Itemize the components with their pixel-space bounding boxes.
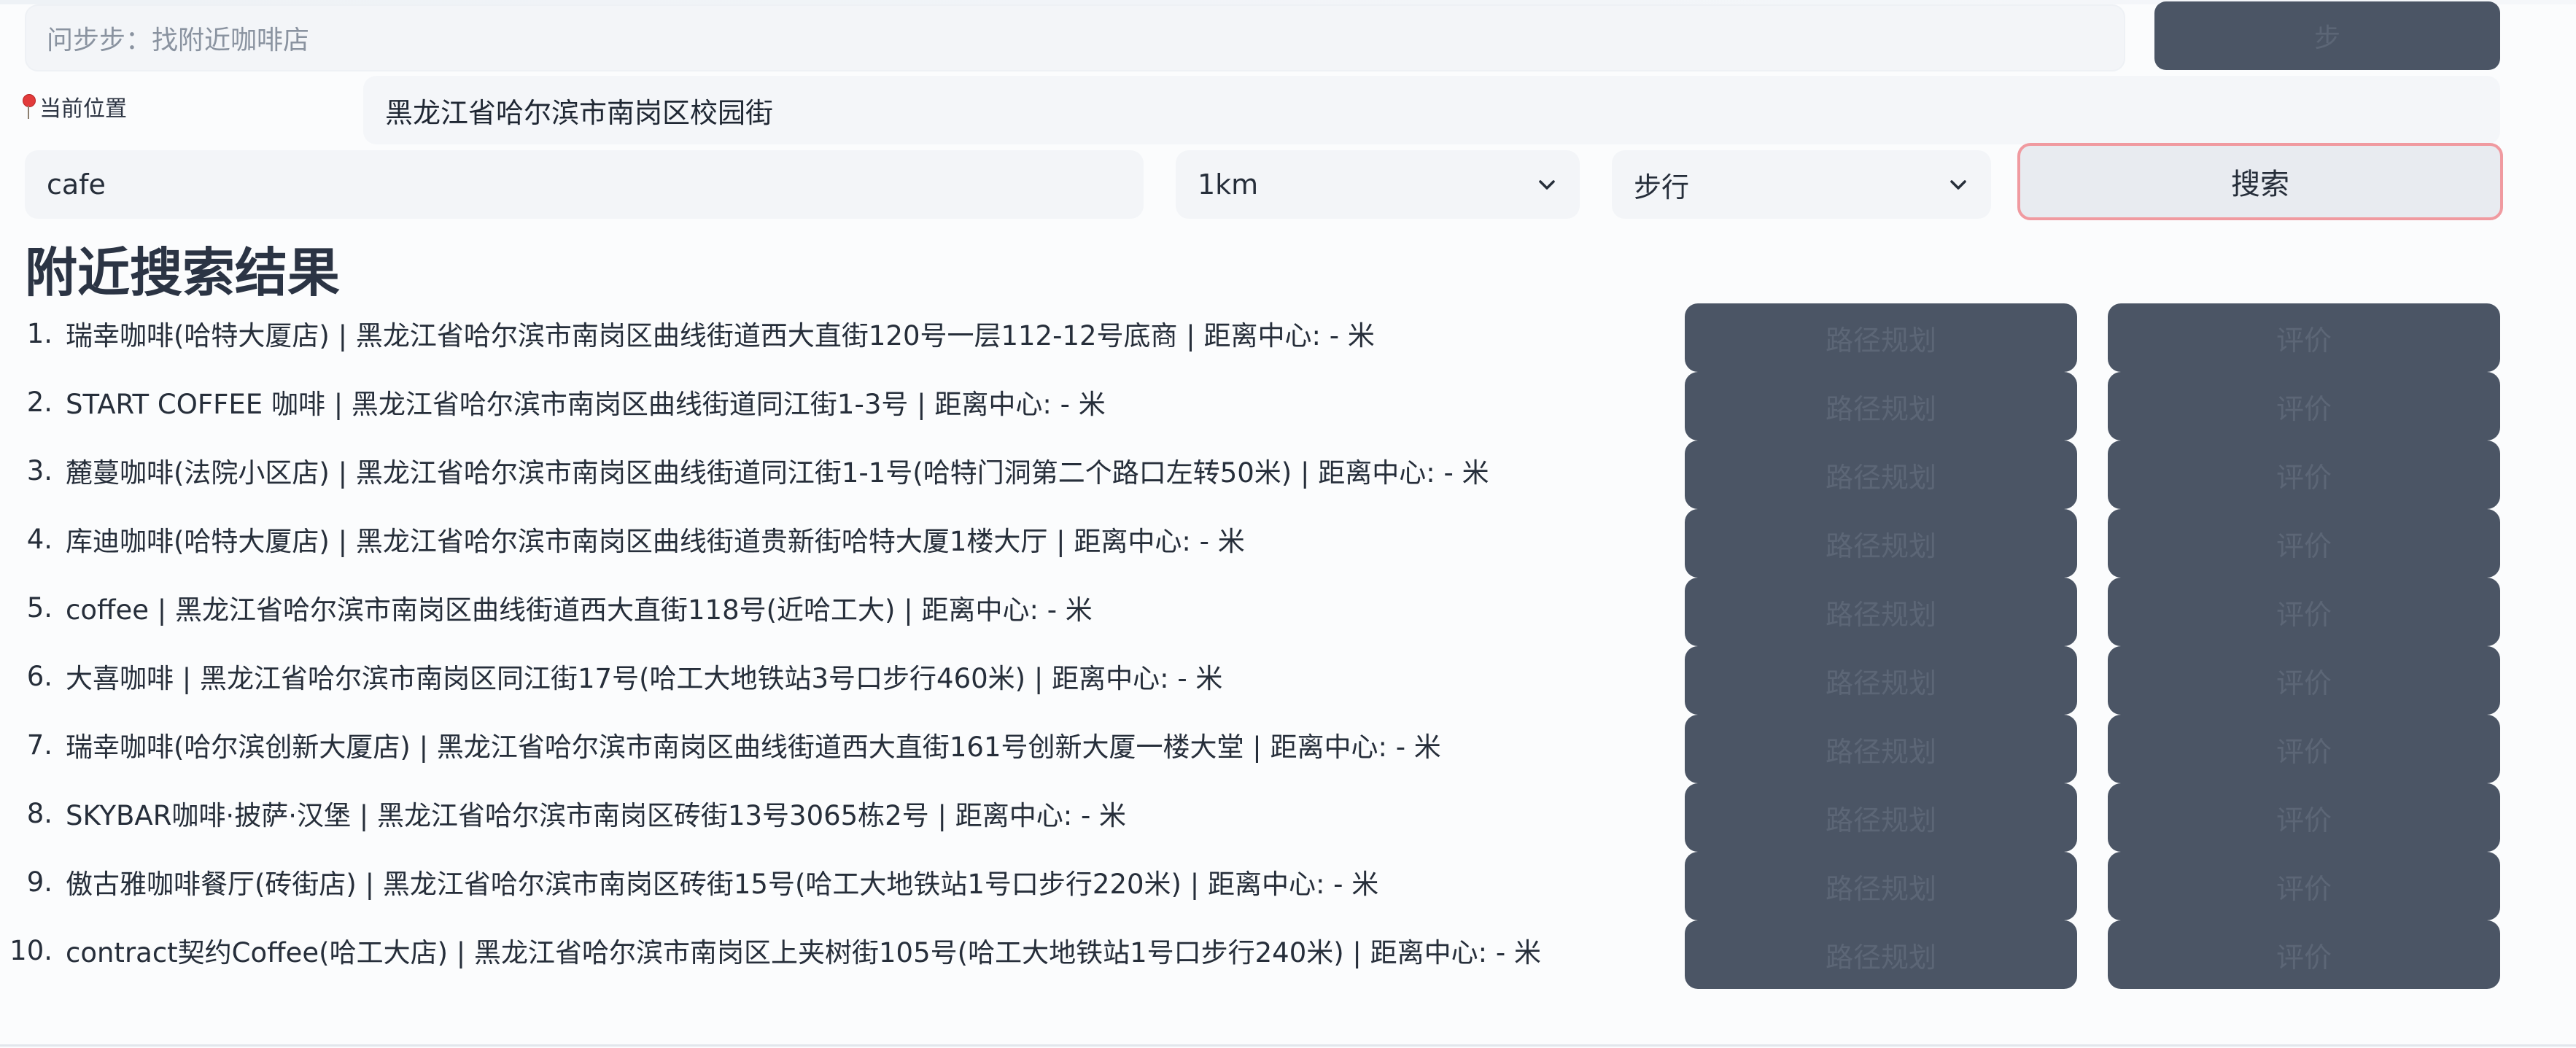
route-plan-button[interactable]: 路径规划 — [1685, 303, 2077, 372]
list-item: 2. START COFFEE 咖啡 | 黑龙江省哈尔滨市南岗区曲线街道同江街1… — [0, 368, 2576, 440]
review-button[interactable]: 评价 — [2108, 578, 2500, 646]
route-plan-button[interactable]: 路径规划 — [1685, 509, 2077, 578]
list-item: 5. coffee | 黑龙江省哈尔滨市南岗区曲线街道西大直街118号(近哈工大… — [0, 573, 2576, 646]
list-item-number: 2. — [26, 386, 53, 418]
chevron-down-icon — [1950, 180, 1966, 190]
list-item: 9. 傲古雅咖啡餐厅(砖街店) | 黑龙江省哈尔滨市南岗区砖街15号(哈工大地铁… — [0, 847, 2576, 920]
list-item: 8. SKYBAR咖啡·披萨·汉堡 | 黑龙江省哈尔滨市南岗区砖街13号3065… — [0, 779, 2576, 852]
route-plan-button[interactable]: 路径规划 — [1685, 783, 2077, 852]
keyword-input[interactable]: cafe — [25, 150, 1144, 219]
current-location-text: 当前位置 — [39, 96, 127, 122]
travel-mode-select[interactable]: 步行 — [1612, 150, 1991, 219]
list-item: 10. contract契约Coffee(哈工大店) | 黑龙江省哈尔滨市南岗区… — [0, 916, 2576, 989]
list-item: 4. 库迪咖啡(哈特大厦店) | 黑龙江省哈尔滨市南岗区曲线街道贵新街哈特大厦1… — [0, 505, 2576, 578]
list-item-text: 瑞幸咖啡(哈特大厦店) | 黑龙江省哈尔滨市南岗区曲线街道西大直街120号一层1… — [66, 320, 1375, 352]
review-button[interactable]: 评价 — [2108, 920, 2500, 989]
route-plan-button[interactable]: 路径规划 — [1685, 372, 2077, 440]
list-item-number: 1. — [26, 317, 53, 349]
bottom-divider — [0, 1044, 2576, 1047]
range-select-value: 1km — [1198, 168, 1259, 201]
review-button[interactable]: 评价 — [2108, 852, 2500, 920]
travel-mode-select-value: 步行 — [1634, 171, 1690, 203]
keyword-input-value: cafe — [47, 168, 106, 201]
range-select[interactable]: 1km — [1176, 150, 1580, 219]
route-plan-button[interactable]: 路径规划 — [1685, 578, 2077, 646]
route-plan-button[interactable]: 路径规划 — [1685, 440, 2077, 509]
route-plan-button[interactable]: 路径规划 — [1685, 715, 2077, 783]
review-button[interactable]: 评价 — [2108, 303, 2500, 372]
list-item-text: START COFFEE 咖啡 | 黑龙江省哈尔滨市南岗区曲线街道同江街1-3号… — [66, 389, 1106, 420]
list-item: 3. 麓蔓咖啡(法院小区店) | 黑龙江省哈尔滨市南岗区曲线街道同江街1-1号(… — [0, 436, 2576, 509]
ask-input[interactable]: 问步步：找附近咖啡店 — [25, 4, 2125, 71]
review-button[interactable]: 评价 — [2108, 372, 2500, 440]
list-item-number: 6. — [26, 660, 53, 692]
list-item: 7. 瑞幸咖啡(哈尔滨创新大厦店) | 黑龙江省哈尔滨市南岗区曲线街道西大直街1… — [0, 710, 2576, 783]
chevron-down-icon — [1539, 180, 1555, 190]
list-item-text: 瑞幸咖啡(哈尔滨创新大厦店) | 黑龙江省哈尔滨市南岗区曲线街道西大直街161号… — [66, 731, 1441, 763]
pushpin-icon — [22, 93, 36, 120]
list-item-number: 9. — [26, 866, 53, 898]
list-item-number: 4. — [26, 523, 53, 555]
ask-button[interactable]: 步 — [2154, 1, 2500, 70]
review-button[interactable]: 评价 — [2108, 509, 2500, 578]
list-item-text: 麓蔓咖啡(法院小区店) | 黑龙江省哈尔滨市南岗区曲线街道同江街1-1号(哈特门… — [66, 457, 1489, 489]
list-item-text: contract契约Coffee(哈工大店) | 黑龙江省哈尔滨市南岗区上夹树街… — [66, 937, 1542, 969]
list-item-text: 傲古雅咖啡餐厅(砖街店) | 黑龙江省哈尔滨市南岗区砖街15号(哈工大地铁站1号… — [66, 869, 1379, 900]
location-field-value: 黑龙江省哈尔滨市南岗区校园街 — [385, 96, 774, 129]
review-button[interactable]: 评价 — [2108, 783, 2500, 852]
review-button[interactable]: 评价 — [2108, 646, 2500, 715]
review-button[interactable]: 评价 — [2108, 440, 2500, 509]
location-field[interactable]: 黑龙江省哈尔滨市南岗区校园街 — [363, 76, 2500, 144]
results-list: 1. 瑞幸咖啡(哈特大厦店) | 黑龙江省哈尔滨市南岗区曲线街道西大直街120号… — [0, 299, 2576, 992]
route-plan-button[interactable]: 路径规划 — [1685, 646, 2077, 715]
route-plan-button[interactable]: 路径规划 — [1685, 920, 2077, 989]
list-item-number: 8. — [26, 797, 53, 829]
list-item-text: 大喜咖啡 | 黑龙江省哈尔滨市南岗区同江街17号(哈工大地铁站3号口步行460米… — [66, 663, 1223, 694]
review-button[interactable]: 评价 — [2108, 715, 2500, 783]
list-item-number: 3. — [26, 454, 53, 486]
list-item-text: 库迪咖啡(哈特大厦店) | 黑龙江省哈尔滨市南岗区曲线街道贵新街哈特大厦1楼大厅… — [66, 526, 1245, 557]
list-item: 1. 瑞幸咖啡(哈特大厦店) | 黑龙江省哈尔滨市南岗区曲线街道西大直街120号… — [0, 299, 2576, 372]
route-plan-button[interactable]: 路径规划 — [1685, 852, 2077, 920]
list-item-number: 10. — [9, 934, 53, 966]
list-item-number: 7. — [26, 729, 53, 761]
list-item-number: 5. — [26, 591, 53, 624]
current-location-label: 当前位置 — [22, 90, 127, 123]
ask-input-placeholder: 问步步：找附近咖啡店 — [47, 26, 310, 55]
list-item-text: coffee | 黑龙江省哈尔滨市南岗区曲线街道西大直街118号(近哈工大) |… — [66, 594, 1093, 626]
list-item: 6. 大喜咖啡 | 黑龙江省哈尔滨市南岗区同江街17号(哈工大地铁站3号口步行4… — [0, 642, 2576, 715]
search-button[interactable]: 搜索 — [2017, 143, 2503, 220]
results-title: 附近搜索结果 — [25, 241, 341, 303]
list-item-text: SKYBAR咖啡·披萨·汉堡 | 黑龙江省哈尔滨市南岗区砖街13号3065栋2号… — [66, 800, 1127, 831]
